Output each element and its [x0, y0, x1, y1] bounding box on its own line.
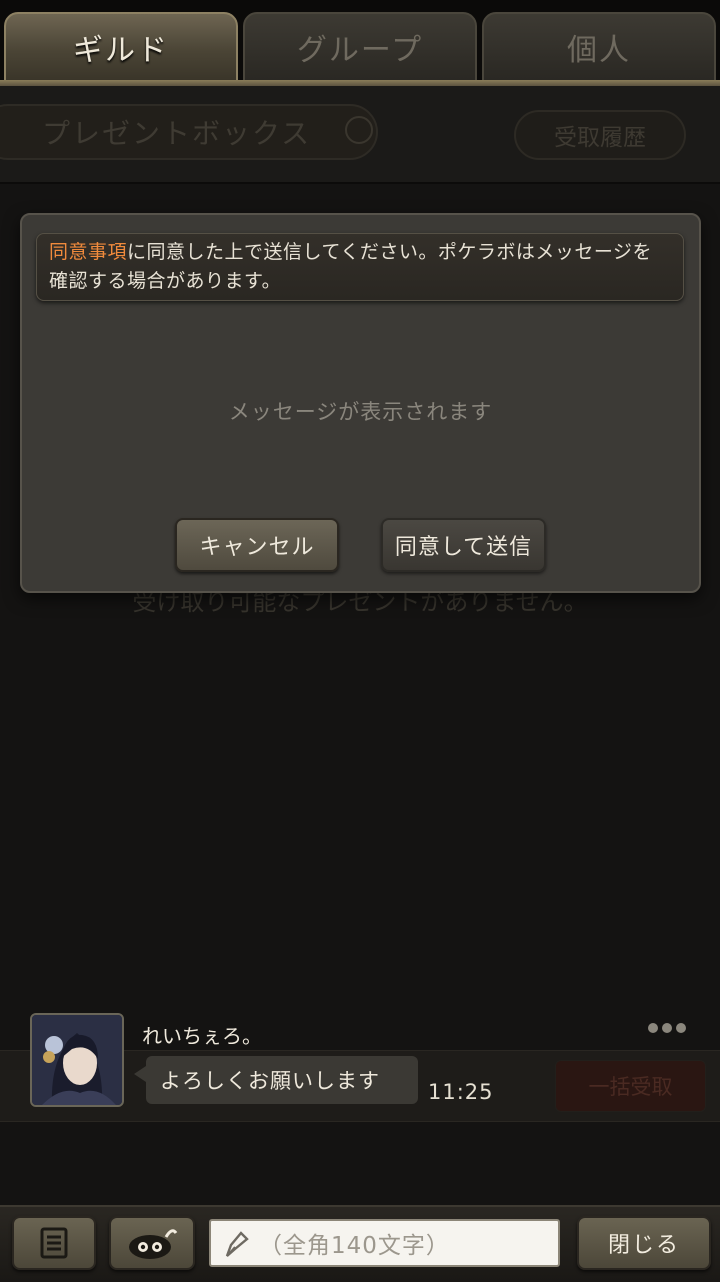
cancel-button[interactable]: キャンセル — [175, 518, 339, 572]
pen-nib-icon — [225, 1231, 249, 1257]
log-button[interactable] — [12, 1216, 96, 1270]
tab-personal[interactable]: 個人 — [482, 12, 716, 82]
receive-all-button[interactable]: 一括受取 — [555, 1060, 706, 1112]
close-button[interactable]: 閉じる — [577, 1216, 711, 1270]
tab-guild[interactable]: ギルド — [4, 12, 238, 82]
stamp-button[interactable] — [109, 1216, 195, 1270]
avatar-portrait-icon — [32, 1015, 122, 1105]
stamp-face-icon — [129, 1229, 178, 1259]
document-list-icon — [40, 1227, 68, 1259]
tab-guild-label: ギルド — [73, 33, 169, 68]
agreement-notice-text: に同意した上で送信してください。ポケラボはメッセージを確認する場合があります。 — [49, 241, 652, 292]
message-input[interactable]: （全角140文字） — [209, 1219, 560, 1267]
agree-send-button[interactable]: 同意して送信 — [381, 518, 546, 572]
message-bubble: よろしくお願いします — [146, 1056, 418, 1104]
tab-personal-label: 個人 — [567, 33, 631, 68]
agreement-notice: 同意事項に同意した上で送信してください。ポケラボはメッセージを確認する場合があり… — [36, 233, 684, 301]
message-time: 11:25 — [428, 1080, 494, 1104]
input-placeholder: （全角140文字） — [259, 1233, 450, 1259]
avatar[interactable] — [30, 1013, 124, 1107]
agreement-link[interactable]: 同意事項 — [49, 241, 127, 263]
sender-name: れいちぇろ。 — [142, 1024, 262, 1048]
present-box-title: プレゼントボックス — [0, 104, 378, 160]
more-options-icon[interactable] — [648, 1018, 690, 1033]
history-button[interactable]: 受取履歴 — [514, 110, 686, 160]
present-box-icon — [345, 116, 373, 144]
tab-group-label: グループ — [296, 33, 424, 68]
bubble-tail — [134, 1066, 146, 1082]
tab-group[interactable]: グループ — [243, 12, 477, 82]
message-preview: メッセージが表示されます — [228, 400, 493, 424]
